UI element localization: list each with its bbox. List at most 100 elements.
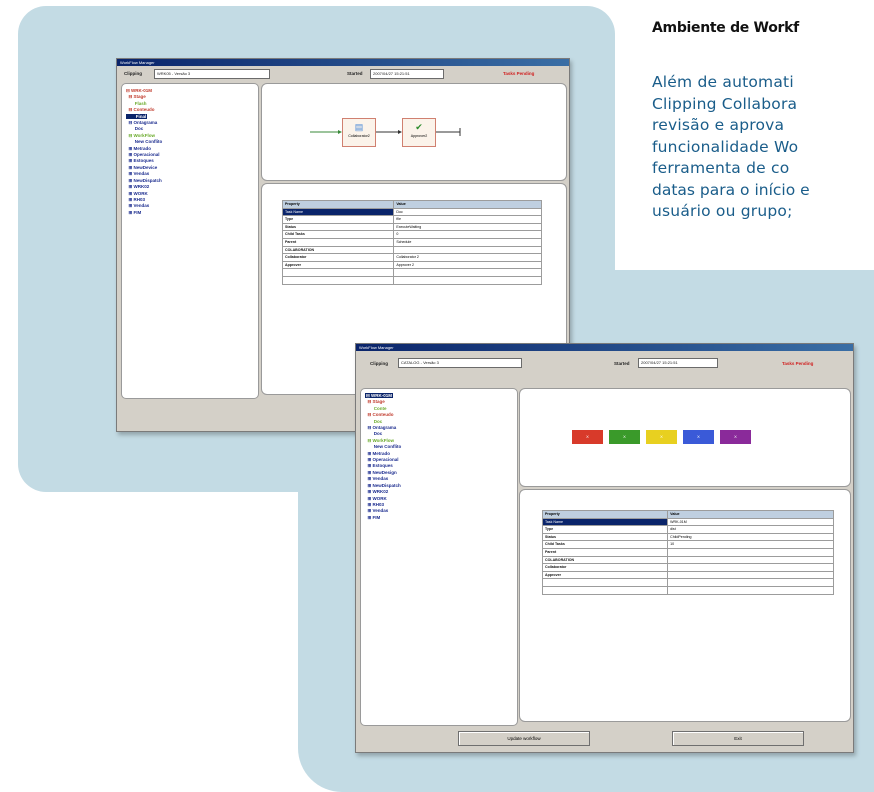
tree-item-label: Doc	[365, 418, 383, 424]
window-toolbar: Clipping WRK05 - Versão 3 Started 2007/0…	[117, 66, 569, 82]
color-task-box[interactable]: X	[609, 430, 640, 444]
value-cell[interactable]: Collaborator 2	[393, 253, 542, 262]
exit-button[interactable]: Exit	[672, 731, 804, 746]
table-row[interactable]: Status ExecuteWaiting	[281, 222, 542, 232]
tree-item-label: ⊟ Stage	[126, 94, 146, 100]
value-cell[interactable]	[667, 555, 834, 565]
table-row[interactable]: Collaborator	[541, 563, 834, 572]
tree-item-label: ⊞ WORK	[365, 495, 387, 501]
color-task-box[interactable]: X	[646, 430, 677, 444]
tree-item-label: ⊞ Metrado	[365, 450, 391, 456]
value-cell[interactable]: dist	[667, 525, 834, 534]
project-tree[interactable]: ⊟ WRK-01M ⊟ Stage Conte ⊟ Conteudo Doc ⊟…	[360, 388, 518, 726]
article-line: ferramenta de co	[652, 159, 790, 177]
value-cell[interactable]	[667, 585, 834, 595]
table-row[interactable]	[541, 585, 834, 595]
table-row[interactable]	[281, 275, 542, 285]
tree-item-label: ⊟ WRK-01M	[365, 393, 394, 398]
value-cell[interactable]: Doc	[393, 207, 542, 217]
property-cell: Approver	[281, 260, 395, 270]
table-row[interactable]: Approver	[541, 570, 834, 580]
properties-table: Property Value Task Name Doc Type file Status E…	[281, 200, 542, 285]
tree-item-label: ⊟ Ontagrama	[365, 425, 397, 431]
clipping-label: Clipping	[370, 361, 388, 366]
property-cell: COLABORATION	[281, 245, 395, 255]
value-cell[interactable]: Schedule	[393, 237, 542, 247]
value-cell[interactable]: WRK-01M	[667, 517, 834, 527]
status-text: Tasks Pending	[782, 361, 814, 366]
tree-item-label: ⊞ Vendas	[365, 508, 389, 514]
workflow-node-approver[interactable]: ✔ Approver2	[402, 118, 436, 147]
tree-item[interactable]: ⊞ FIM	[122, 210, 258, 216]
table-row[interactable]: Child Tasks 10	[541, 540, 834, 549]
article-line: revisão e aprova	[652, 116, 785, 134]
workflow-diagram-pane: ▤ Collaborator2 ✔ Approver2	[261, 83, 567, 181]
article-text: Ambiente de Workf Além de automati Clippi…	[652, 20, 874, 223]
table-row[interactable]: Task Name Doc	[281, 207, 542, 217]
value-cell[interactable]	[393, 245, 542, 255]
color-task-box[interactable]: X	[683, 430, 714, 444]
window-title-bar: WorkFlow Manager	[117, 59, 569, 66]
table-row[interactable]: Parent Schedule	[281, 237, 542, 247]
table-row[interactable]: Status ChildPending	[541, 532, 834, 542]
value-cell[interactable]: ExecuteWaiting	[393, 222, 542, 232]
value-cell[interactable]	[667, 547, 834, 557]
project-tree[interactable]: ⊟ WRK-01M ⊟ Stage Flash ⊟ Conteudo Final…	[121, 83, 259, 399]
property-cell: Task Name	[281, 207, 395, 217]
table-row[interactable]: Parent	[541, 547, 834, 557]
update-workflow-button[interactable]: Update workflow	[458, 731, 590, 746]
property-cell: Task Name	[541, 517, 669, 527]
table-row[interactable]: Task Name WRK-01M	[541, 517, 834, 527]
table-row[interactable]: COLABORATION	[281, 245, 542, 255]
value-cell[interactable]: file	[393, 215, 542, 224]
table-row[interactable]: Approver Approver 2	[281, 260, 542, 270]
article-body: Além de automati Clipping Collabora revisã…	[652, 72, 874, 223]
tree-item-label: ⊞ Estoques	[365, 463, 393, 469]
tree-item-label: ⊟ Conteudo	[126, 107, 155, 113]
article-line: usuário ou grupo;	[652, 202, 793, 220]
tree-item-label: Conte	[365, 405, 387, 411]
article-line: Além de automati	[652, 73, 794, 91]
table-row[interactable]: COLABORATION	[541, 555, 834, 565]
tree-item-label: ⊞ Vendas	[365, 476, 389, 482]
tree-item-label: ⊟ Stage	[365, 399, 385, 405]
table-header: Value	[667, 510, 834, 519]
value-cell[interactable]	[393, 275, 542, 285]
table-header: Property	[541, 510, 669, 519]
color-box-label: X	[697, 434, 700, 439]
color-task-box[interactable]: X	[720, 430, 751, 444]
property-cell	[281, 275, 395, 285]
value-cell[interactable]	[667, 578, 834, 587]
value-cell[interactable]	[393, 268, 542, 277]
property-cell: Collaborator	[281, 253, 395, 262]
tree-item[interactable]: ⊞ FIM	[361, 515, 517, 521]
tree-item-label: ⊞ Metrado	[126, 145, 152, 151]
tree-item-label: Final	[126, 113, 148, 119]
property-cell: Approver	[541, 570, 669, 580]
value-cell[interactable]: ChildPending	[667, 532, 834, 542]
color-task-box[interactable]: X	[572, 430, 603, 444]
table-row[interactable]	[281, 268, 542, 277]
clipping-field[interactable]: CATALOG - Versão 3	[398, 358, 522, 368]
value-cell[interactable]	[667, 570, 834, 580]
property-cell	[541, 585, 669, 595]
table-row[interactable]	[541, 578, 834, 587]
value-cell[interactable]	[667, 563, 834, 572]
value-cell[interactable]: 10	[667, 540, 834, 549]
workflow-node-collaborator[interactable]: ▤ Collaborator2	[342, 118, 376, 147]
table-header: Property	[281, 200, 395, 209]
tree-item-label: ⊞ RH03	[365, 501, 385, 507]
table-row[interactable]: Type file	[281, 215, 542, 224]
table-row[interactable]: Type dist	[541, 525, 834, 534]
table-row[interactable]: Collaborator Collaborator 2	[281, 253, 542, 262]
clipping-field[interactable]: WRK05 - Versão 3	[154, 69, 270, 79]
table-header: Value	[393, 200, 542, 209]
value-cell[interactable]: 0	[393, 230, 542, 239]
started-label: Started	[614, 361, 630, 366]
table-row[interactable]: Child Tasks 0	[281, 230, 542, 239]
value-cell[interactable]: Approver 2	[393, 260, 542, 270]
tree-item-label: ⊞ FIM	[365, 514, 381, 520]
document-icon: ▤	[354, 122, 364, 132]
tree-item-label: Doc	[126, 126, 144, 132]
started-label: Started	[347, 71, 363, 76]
